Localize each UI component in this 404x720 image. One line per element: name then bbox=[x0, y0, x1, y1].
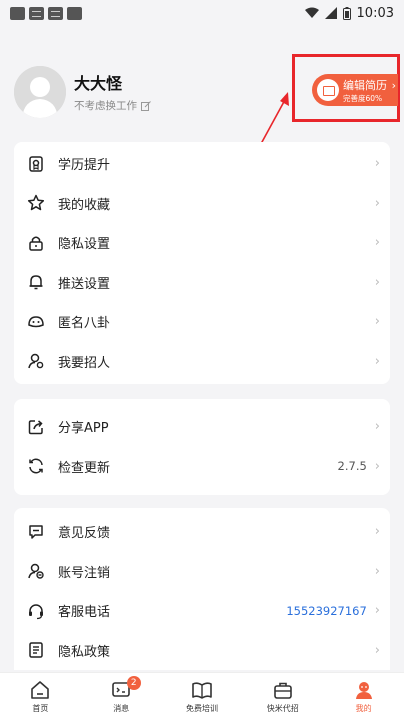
resume-completion: 完善度60% bbox=[343, 94, 383, 103]
menu-item-share-app[interactable]: 分享APP › bbox=[14, 407, 390, 447]
menu-item-push-settings[interactable]: 推送设置 › bbox=[14, 263, 390, 303]
share-icon bbox=[26, 417, 46, 437]
notification-icon bbox=[10, 6, 25, 20]
wifi-icon bbox=[304, 7, 319, 18]
menu-item-label: 隐私政策 bbox=[58, 644, 111, 660]
edit-icon bbox=[141, 100, 151, 111]
menu-item-check-update[interactable]: 检查更新 2.7.5 › bbox=[14, 447, 390, 487]
chevron-right-icon: › bbox=[391, 79, 396, 92]
app-notification-icon bbox=[29, 6, 44, 20]
home-icon bbox=[31, 681, 50, 699]
menu-item-privacy-settings[interactable]: 隐私设置 › bbox=[14, 223, 390, 263]
bottom-tab-bar: 首页 2 消息 免费培训 快米代招 我的 bbox=[0, 672, 404, 720]
refresh-icon bbox=[26, 456, 46, 476]
star-icon bbox=[26, 193, 46, 213]
bell-icon bbox=[26, 272, 46, 292]
chevron-right-icon: › bbox=[374, 195, 380, 211]
tab-mine[interactable]: 我的 bbox=[323, 673, 404, 720]
tab-free-training[interactable]: 免费培训 bbox=[162, 673, 243, 720]
menu-item-feedback[interactable]: 意见反馈 › bbox=[14, 512, 390, 552]
briefcase-icon bbox=[273, 682, 292, 699]
policy-icon bbox=[26, 640, 46, 660]
tab-label: 消息 bbox=[113, 704, 130, 713]
menu-item-anonymous-gossip[interactable]: 匿名八卦 › bbox=[14, 302, 390, 342]
mask-icon bbox=[26, 312, 46, 332]
message-badge: 2 bbox=[126, 676, 141, 690]
account-cancel-icon bbox=[26, 561, 46, 581]
menu-item-account-cancel[interactable]: 账号注销 › bbox=[14, 552, 390, 592]
tab-label: 首页 bbox=[32, 704, 49, 713]
menu-item-customer-service[interactable]: 客服电话 15523927167 › bbox=[14, 591, 390, 631]
menu-item-favorites[interactable]: 我的收藏 › bbox=[14, 184, 390, 224]
menu-card-main: 学历提升 › 我的收藏 › 隐私设置 › 推送设置 › 匿名八卦 › 我要招人 … bbox=[14, 142, 390, 384]
profile-icon bbox=[355, 682, 372, 699]
book-icon bbox=[192, 682, 212, 699]
menu-item-label: 检查更新 bbox=[58, 460, 111, 476]
resume-icon bbox=[317, 79, 339, 101]
menu-item-label: 隐私设置 bbox=[58, 237, 111, 253]
profile-name[interactable]: 大大怪 bbox=[74, 70, 122, 94]
menu-item-label: 分享APP bbox=[58, 421, 109, 437]
tab-label: 快米代招 bbox=[266, 704, 299, 713]
tab-kuaimi-recruit[interactable]: 快米代招 bbox=[242, 673, 323, 720]
tab-home[interactable]: 首页 bbox=[0, 673, 81, 720]
diploma-icon bbox=[26, 154, 46, 174]
chevron-right-icon: › bbox=[374, 642, 380, 658]
menu-item-label: 意见反馈 bbox=[58, 526, 111, 542]
status-bar: 10:03 bbox=[0, 0, 404, 26]
avatar[interactable] bbox=[14, 66, 66, 118]
menu-item-label: 账号注销 bbox=[58, 565, 111, 581]
customer-service-phone[interactable]: 15523927167 bbox=[286, 604, 366, 618]
status-time: 10:03 bbox=[356, 5, 394, 21]
chevron-right-icon: › bbox=[374, 603, 380, 619]
menu-card-app: 分享APP › 检查更新 2.7.5 › bbox=[14, 399, 390, 495]
menu-item-label: 客服电话 bbox=[58, 605, 111, 621]
chevron-right-icon: › bbox=[374, 353, 380, 369]
edit-resume-button[interactable]: 编辑简历 完善度60% › bbox=[312, 74, 398, 106]
tab-label: 免费培训 bbox=[185, 704, 218, 713]
menu-item-recruit[interactable]: 我要招人 › bbox=[14, 342, 390, 382]
menu-item-label: 推送设置 bbox=[58, 276, 111, 292]
tab-messages[interactable]: 2 消息 bbox=[81, 673, 162, 720]
menu-item-label: 我要招人 bbox=[58, 355, 111, 371]
job-status-text: 不考虑换工作 bbox=[74, 100, 137, 112]
menu-item-education[interactable]: 学历提升 › bbox=[14, 144, 390, 184]
lock-icon bbox=[26, 233, 46, 253]
menu-item-label: 学历提升 bbox=[58, 158, 111, 174]
chevron-right-icon: › bbox=[374, 274, 380, 290]
signal-icon bbox=[324, 7, 337, 19]
chevron-right-icon: › bbox=[374, 458, 380, 474]
default-avatar-icon bbox=[14, 66, 66, 118]
feedback-icon bbox=[26, 522, 46, 542]
chevron-right-icon: › bbox=[374, 419, 380, 435]
chevron-right-icon: › bbox=[374, 314, 380, 330]
menu-card-support: 意见反馈 › 账号注销 › 客服电话 15523927167 › 隐私政策 › bbox=[14, 508, 390, 670]
battery-icon bbox=[342, 6, 351, 20]
menu-item-label: 匿名八卦 bbox=[58, 316, 111, 332]
tab-label: 我的 bbox=[355, 704, 372, 713]
edit-resume-label: 编辑简历 bbox=[343, 79, 387, 92]
status-notification-icons bbox=[10, 6, 82, 20]
recruit-icon bbox=[26, 351, 46, 371]
app-version: 2.7.5 bbox=[337, 459, 367, 474]
notification-icon bbox=[67, 6, 82, 20]
menu-item-label: 我的收藏 bbox=[58, 197, 111, 213]
job-status[interactable]: 不考虑换工作 bbox=[74, 98, 151, 113]
chevron-right-icon: › bbox=[374, 524, 380, 540]
menu-item-privacy-policy[interactable]: 隐私政策 › bbox=[14, 631, 390, 671]
chevron-right-icon: › bbox=[374, 563, 380, 579]
chevron-right-icon: › bbox=[374, 235, 380, 251]
chevron-right-icon: › bbox=[374, 156, 380, 172]
headset-icon bbox=[26, 601, 46, 621]
app-notification-icon bbox=[48, 6, 63, 20]
